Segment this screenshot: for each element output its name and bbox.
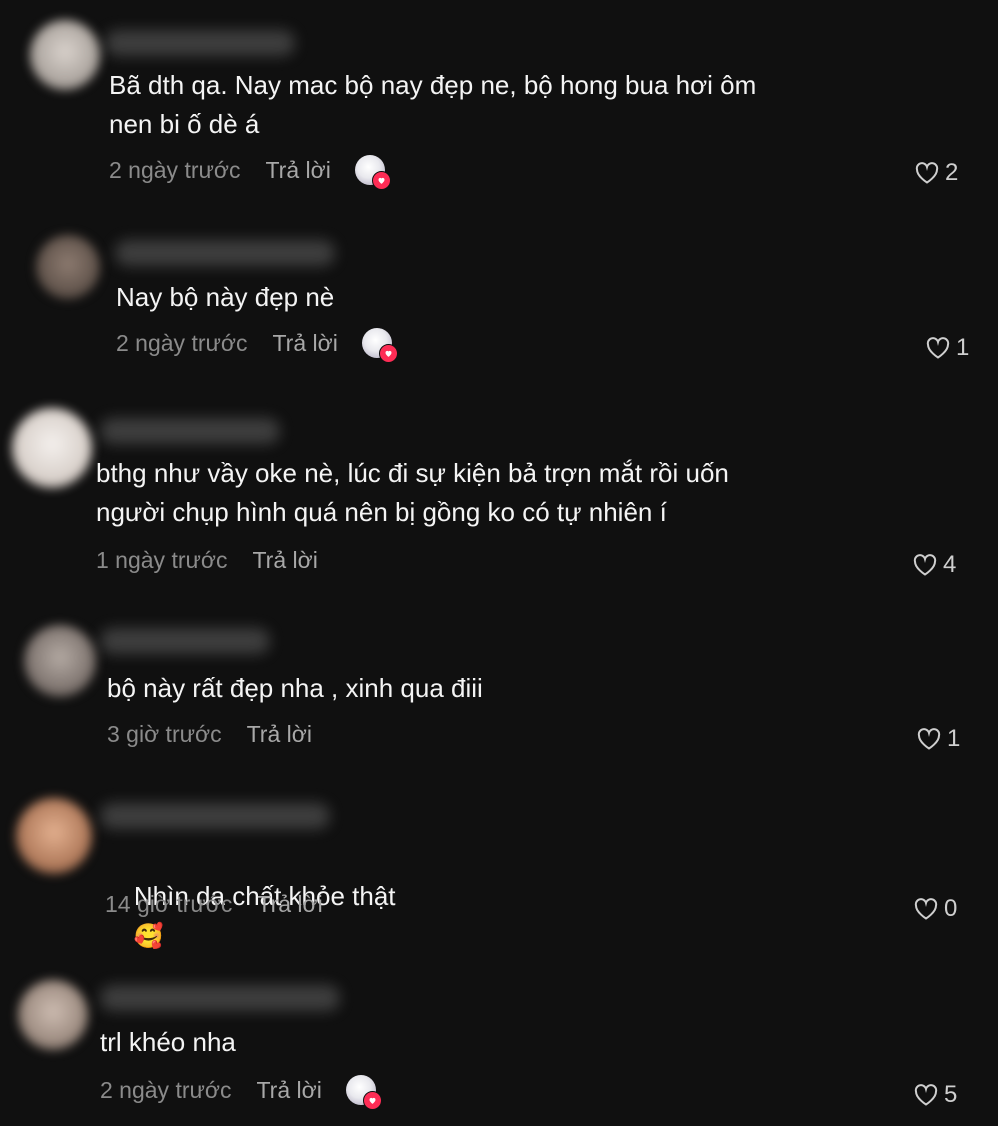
creator-liked-badge (345, 1075, 382, 1110)
heart-outline-icon (914, 1084, 938, 1106)
like-button[interactable]: 5 (914, 1081, 957, 1109)
reply-button[interactable]: Trả lời (256, 1075, 321, 1105)
avatar[interactable] (18, 980, 88, 1050)
comment-item: trl khéo nha 2 ngày trước Trả lời 5 (0, 0, 998, 1126)
like-count: 5 (944, 1081, 958, 1108)
creator-heart-badge-icon (362, 1091, 382, 1110)
timestamp: 2 ngày trước (100, 1077, 232, 1103)
comment-text: trl khéo nha (100, 1027, 236, 1057)
username-blurred[interactable] (100, 985, 340, 1011)
comment-meta: 2 ngày trước Trả lời (100, 1075, 382, 1110)
